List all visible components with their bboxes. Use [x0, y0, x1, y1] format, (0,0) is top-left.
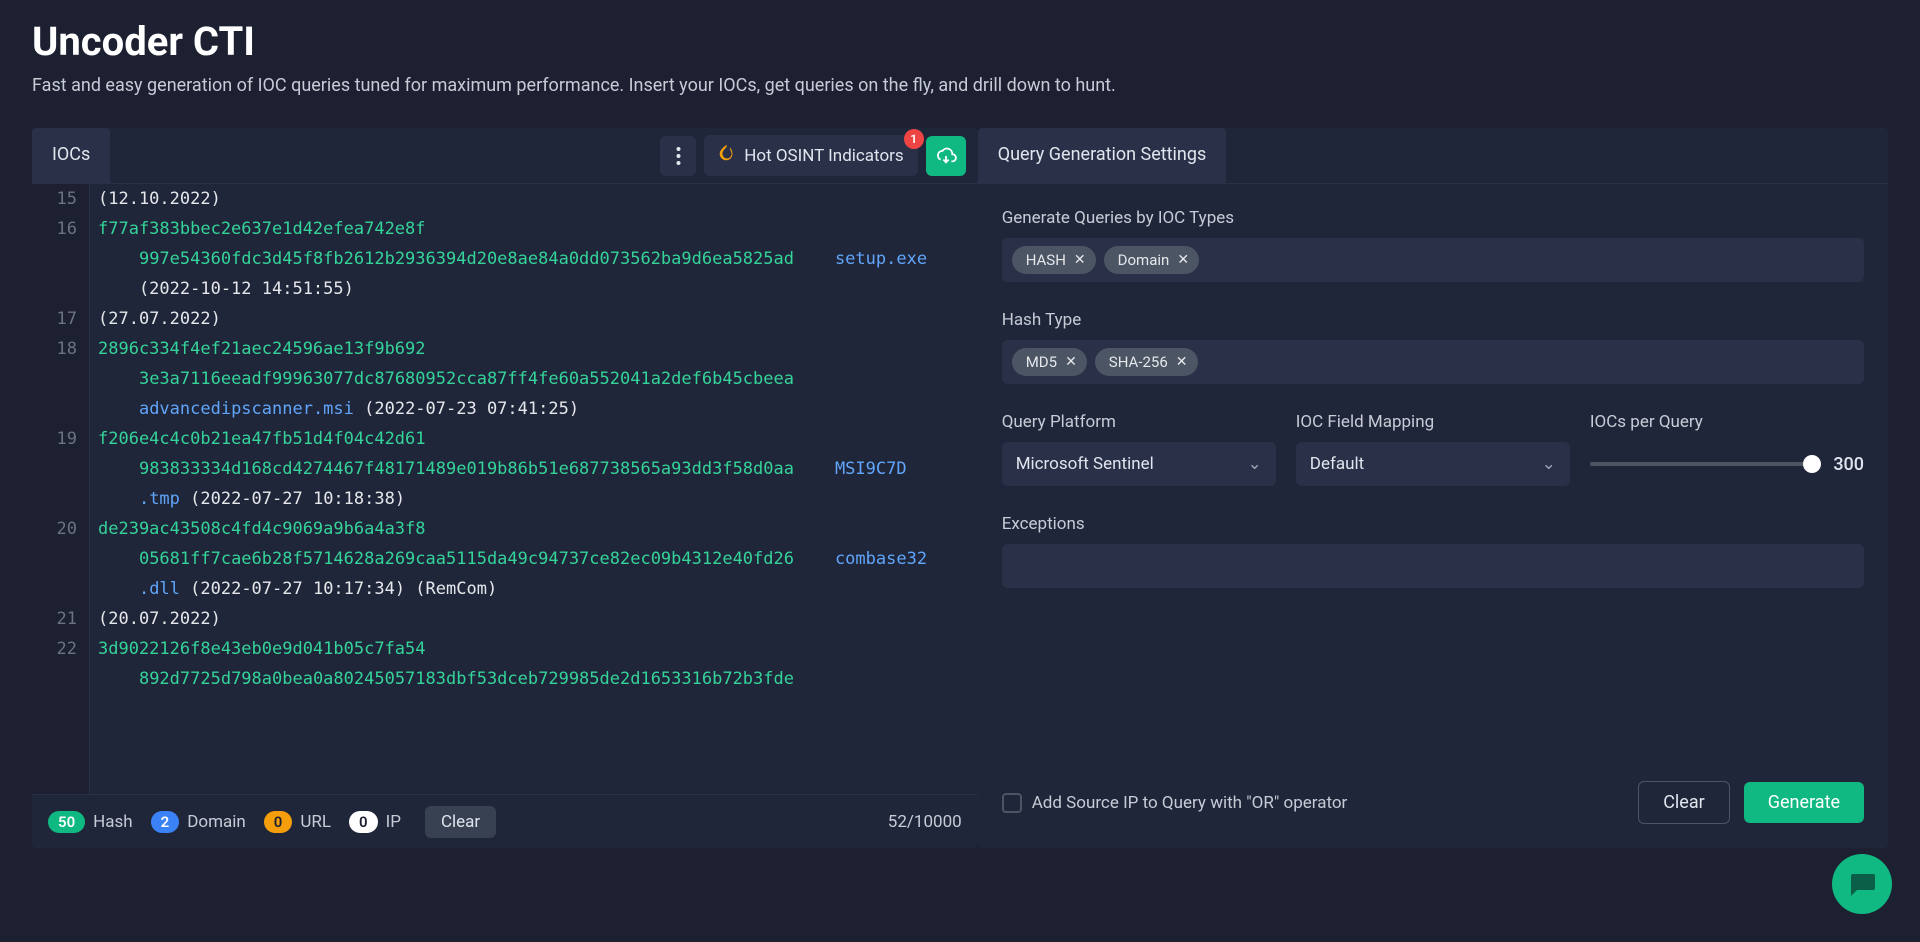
slider-thumb[interactable] [1803, 455, 1821, 473]
platform-value: Microsoft Sentinel [1016, 454, 1154, 474]
download-button[interactable] [926, 136, 966, 176]
tag-label: HASH [1026, 251, 1066, 269]
hot-osint-badge: 1 [904, 129, 924, 149]
per-query-value: 300 [1833, 454, 1864, 475]
platform-select[interactable]: Microsoft Sentinel ⌄ [1002, 442, 1276, 486]
tag-remove-icon[interactable]: ✕ [1065, 354, 1077, 370]
mapping-value: Default [1310, 454, 1364, 474]
clear-settings-button[interactable]: Clear [1638, 781, 1730, 824]
exceptions-input[interactable] [1002, 544, 1864, 588]
tag-remove-icon[interactable]: ✕ [1074, 252, 1086, 268]
right-tab-bar: Query Generation Settings [978, 128, 1888, 184]
domain-count-pill: 2 [151, 811, 180, 833]
ioc-types-label: Generate Queries by IOC Types [1002, 208, 1864, 228]
hash-count-pill: 50 [48, 811, 85, 833]
ioc-types-input[interactable]: HASH ✕ Domain ✕ [1002, 238, 1864, 282]
tag-remove-icon[interactable]: ✕ [1176, 354, 1188, 370]
kebab-icon [676, 146, 681, 166]
cloud-download-icon [935, 147, 957, 165]
mapping-select[interactable]: Default ⌄ [1296, 442, 1570, 486]
hash-type-input[interactable]: MD5 ✕ SHA-256 ✕ [1002, 340, 1864, 384]
settings-panel: Query Generation Settings Generate Queri… [978, 128, 1888, 848]
editor-gutter: 1516171819202122 [32, 184, 90, 794]
editor-content[interactable]: (12.10.2022)f77af383bbec2e637e1d42efea74… [90, 184, 978, 794]
tag-label: Domain [1118, 251, 1170, 269]
per-query-label: IOCs per Query [1590, 412, 1864, 432]
domain-label: Domain [187, 812, 246, 832]
chevron-down-icon: ⌄ [1248, 454, 1262, 474]
hot-osint-button[interactable]: Hot OSINT Indicators 1 [704, 135, 917, 176]
hash-type-label: Hash Type [1002, 310, 1864, 330]
page-subtitle: Fast and easy generation of IOC queries … [32, 75, 1888, 96]
chat-fab[interactable] [1832, 854, 1892, 914]
tag: MD5 ✕ [1012, 348, 1087, 376]
tab-iocs[interactable]: IOCs [32, 128, 110, 183]
tag: HASH ✕ [1012, 246, 1096, 274]
add-source-ip-checkbox[interactable] [1002, 793, 1022, 813]
platform-label: Query Platform [1002, 412, 1276, 432]
iocs-panel: IOCs Hot OSINT Indicators 1 15161718192 [32, 128, 978, 848]
tag: Domain ✕ [1104, 246, 1199, 274]
chevron-down-icon: ⌄ [1542, 454, 1556, 474]
left-tab-bar: IOCs Hot OSINT Indicators 1 [32, 128, 978, 184]
add-source-ip-label: Add Source IP to Query with "OR" operato… [1032, 793, 1348, 813]
clear-iocs-button[interactable]: Clear [425, 806, 496, 838]
chat-icon [1847, 870, 1877, 898]
url-label: URL [300, 812, 331, 832]
tag: SHA-256 ✕ [1095, 348, 1198, 376]
ip-count-pill: 0 [349, 811, 378, 833]
tag-remove-icon[interactable]: ✕ [1177, 252, 1189, 268]
url-count-pill: 0 [264, 811, 293, 833]
more-menu-button[interactable] [660, 136, 696, 176]
tag-label: MD5 [1026, 353, 1057, 371]
hot-osint-label: Hot OSINT Indicators [744, 146, 903, 166]
iocs-per-query-slider[interactable] [1590, 462, 1821, 466]
tab-settings[interactable]: Query Generation Settings [978, 128, 1227, 183]
generate-button[interactable]: Generate [1744, 782, 1864, 823]
ip-label: IP [386, 812, 401, 832]
mapping-label: IOC Field Mapping [1296, 412, 1570, 432]
ioc-counter: 52/10000 [888, 812, 962, 832]
hash-label: Hash [93, 812, 133, 832]
tag-label: SHA-256 [1109, 353, 1168, 371]
page-title: Uncoder CTI [32, 18, 1888, 65]
exceptions-label: Exceptions [1002, 514, 1864, 534]
ioc-footer: 50 Hash 2 Domain 0 URL 0 IP Clear 52/100… [32, 794, 978, 848]
ioc-editor[interactable]: 1516171819202122 (12.10.2022)f77af383bbe… [32, 184, 978, 794]
fire-icon [718, 143, 736, 168]
